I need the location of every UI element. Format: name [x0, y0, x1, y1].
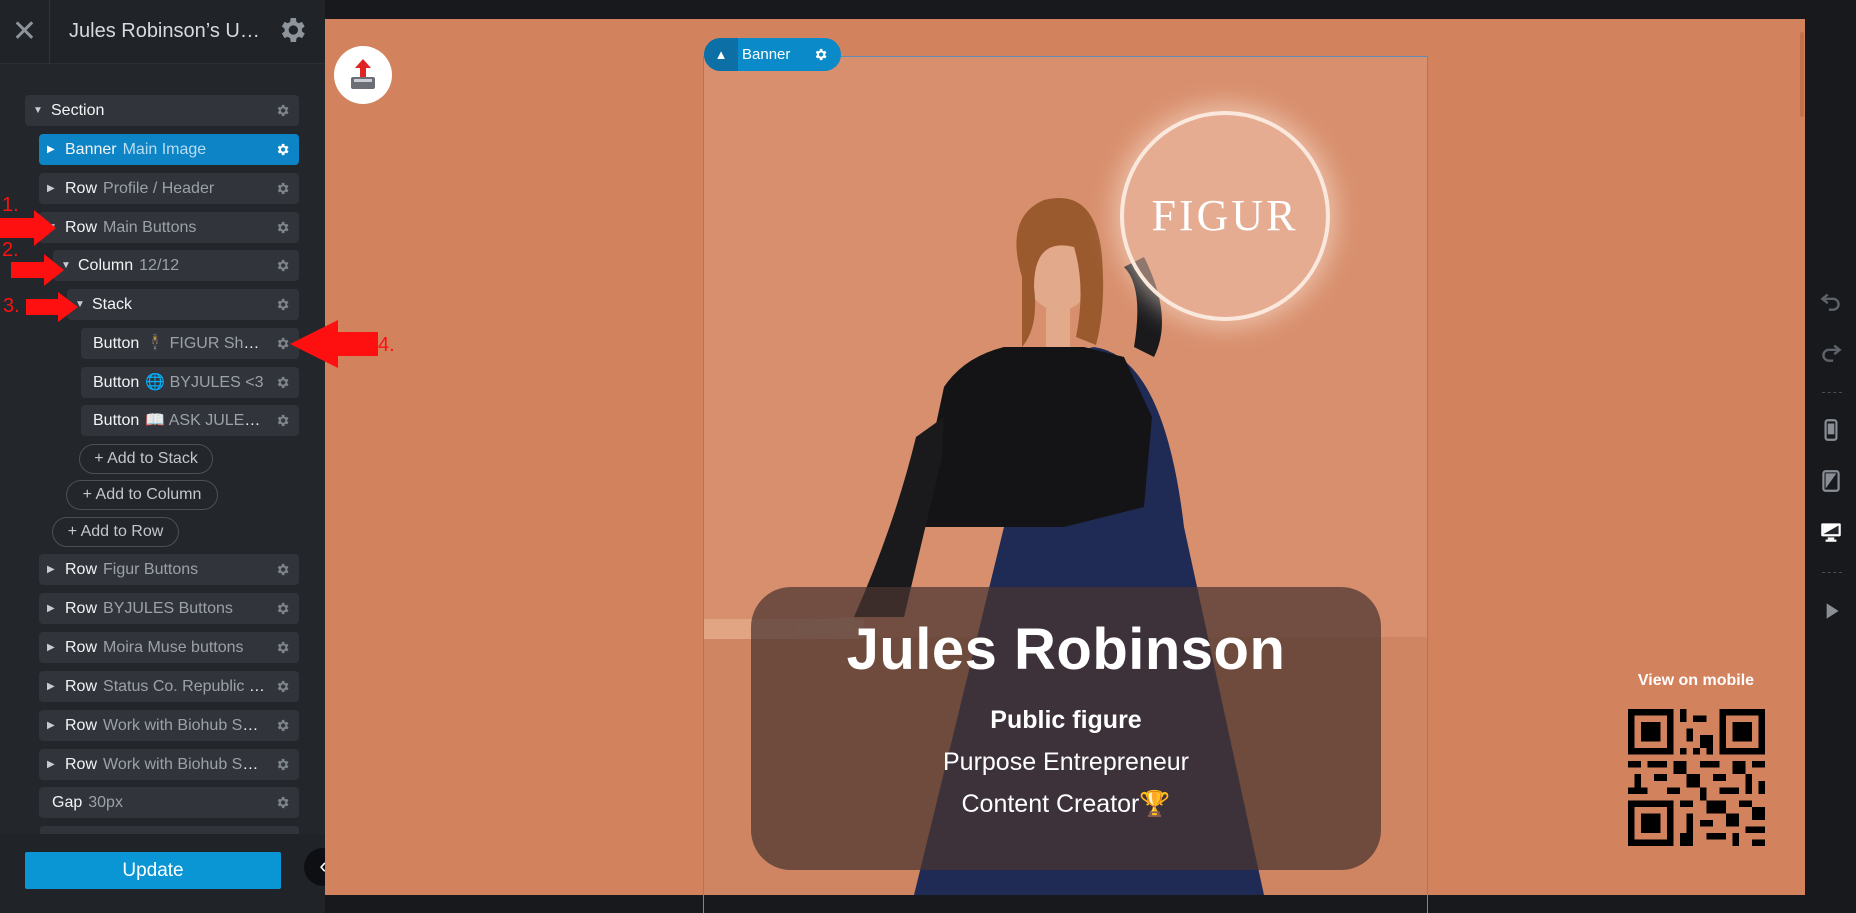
undo-icon[interactable]: [1818, 288, 1844, 314]
tree-item-subtitle: 📖 ASK JULES ANYTHING: [145, 412, 267, 429]
profile-tagline-2: Purpose Entrepreneur: [943, 748, 1189, 776]
annotation-number-4: 4.: [378, 334, 395, 356]
tree-item-type: Row: [65, 756, 98, 773]
banner-tag-label: Banner: [742, 46, 791, 63]
row-gear-icon[interactable]: [275, 601, 290, 616]
page-builder-app: ✕ Jules Robinson’s Unfinished Page ▼ Sec…: [0, 0, 1856, 913]
expand-caret-icon[interactable]: ▶: [47, 749, 57, 780]
toolbar-divider: [1822, 392, 1842, 393]
arrow-2-icon: [11, 254, 64, 286]
desktop-icon[interactable]: [1818, 519, 1844, 545]
add-to-column-button[interactable]: + Add to Column: [66, 480, 218, 510]
tree-item-gap[interactable]: Gap 30px: [39, 787, 299, 818]
tree-item-subtitle: Figur Buttons: [103, 561, 199, 578]
tree-item-row-biohub-2[interactable]: ▶ Row Work with Biohub Solutions: [39, 749, 299, 780]
expand-caret-icon[interactable]: ▶: [47, 710, 57, 741]
tree-item-subtitle: Moira Muse buttons: [103, 639, 244, 656]
expand-caret-icon[interactable]: ▶: [47, 632, 57, 663]
tree-item-type: Row: [65, 600, 98, 617]
redo-icon[interactable]: [1818, 339, 1844, 365]
tree-item-subtitle: 30px: [88, 794, 123, 811]
profile-name: Jules Robinson: [846, 617, 1286, 682]
annotation-number-1: 1.: [2, 194, 19, 216]
tree-item-row-biohub-1[interactable]: ▶ Row Work with Biohub Solutions: [39, 710, 299, 741]
tree-item-type: Row: [65, 717, 98, 734]
tree-item-type: Row: [65, 678, 98, 695]
arrow-3-icon: [26, 292, 78, 322]
update-button[interactable]: Update: [25, 852, 281, 889]
view-on-mobile-label: View on mobile: [1637, 672, 1755, 689]
banner-settings-gear-icon[interactable]: [813, 47, 828, 62]
arrow-4-icon: [290, 320, 378, 368]
sidebar-footer: Update: [0, 834, 325, 913]
qr-code: [1628, 709, 1765, 846]
phone-icon[interactable]: [1818, 417, 1844, 443]
play-icon[interactable]: [1818, 598, 1844, 624]
tree-item-type: Row: [65, 561, 98, 578]
profile-tagline-1: Public figure: [990, 706, 1142, 734]
tree-item-type: Row: [65, 639, 98, 656]
annotation-arrows: [0, 210, 378, 368]
button-gear-icon[interactable]: [275, 413, 290, 428]
preview-toolbar: [1808, 270, 1856, 640]
tree-item-row-status-co[interactable]: ▶ Row Status Co. Republic Buttons: [39, 671, 299, 702]
annotation-number-3: 3.: [3, 295, 20, 317]
tree-item-subtitle: Work with Biohub Solutions: [103, 717, 267, 734]
tree-item-button-ask-jules[interactable]: Button 📖 ASK JULES ANYTHING: [81, 405, 299, 436]
chevron-up-icon[interactable]: ▲: [704, 38, 738, 71]
preview-scrollbar[interactable]: [1800, 32, 1804, 117]
annotation-number-2: 2.: [2, 239, 19, 261]
banner-toolbar[interactable]: ▲ Banner: [704, 38, 841, 71]
row-gear-icon[interactable]: [275, 640, 290, 655]
tree-item-row-moira[interactable]: ▶ Row Moira Muse buttons: [39, 632, 299, 663]
add-to-stack-button[interactable]: + Add to Stack: [79, 444, 213, 474]
expand-caret-icon[interactable]: ▶: [47, 593, 57, 624]
expand-caret-icon[interactable]: ▶: [47, 554, 57, 585]
tree-item-type: Gap: [52, 794, 83, 811]
row-gear-icon[interactable]: [275, 757, 290, 772]
expand-caret-icon[interactable]: ▶: [47, 671, 57, 702]
tree-item-subtitle: Status Co. Republic Buttons: [103, 678, 267, 695]
row-gear-icon[interactable]: [275, 562, 290, 577]
tree-item-subtitle: BYJULES Buttons: [103, 600, 233, 617]
tablet-icon[interactable]: [1818, 468, 1844, 494]
add-to-row-button[interactable]: + Add to Row: [52, 517, 179, 547]
gap-gear-icon[interactable]: [275, 795, 290, 810]
next-tree-item-partial: [40, 826, 299, 834]
profile-tagline-3: Content Creator🏆: [961, 790, 1171, 818]
figur-logo: FIGUR: [1120, 111, 1330, 321]
tree-item-row-byjules[interactable]: ▶ Row BYJULES Buttons: [39, 593, 299, 624]
tree-item-subtitle: Work with Biohub Solutions: [103, 756, 267, 773]
row-gear-icon[interactable]: [275, 718, 290, 733]
row-gear-icon[interactable]: [275, 679, 290, 694]
toolbar-divider: [1822, 572, 1842, 573]
tree-item-type: Button: [93, 412, 140, 429]
profile-name-card: Jules Robinson Public figure Purpose Ent…: [751, 587, 1381, 870]
tree-item-row-figur[interactable]: ▶ Row Figur Buttons: [39, 554, 299, 585]
